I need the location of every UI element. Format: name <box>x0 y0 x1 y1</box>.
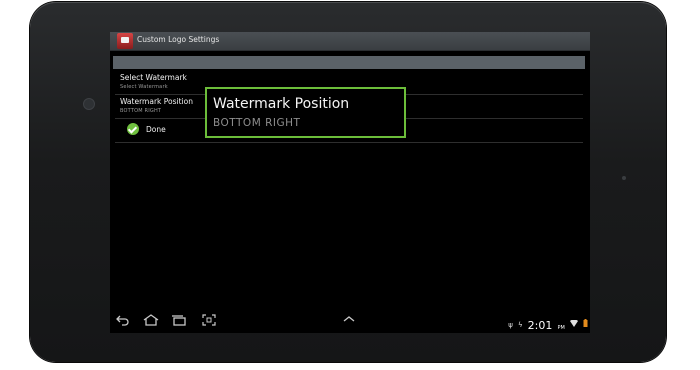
clock-ampm: PM <box>557 325 565 331</box>
checkmark-icon <box>127 123 139 135</box>
setting-subtitle: BOTTOM RIGHT <box>120 108 162 114</box>
done-label: Done <box>146 125 166 134</box>
status-area: ψ ϟ 2:01 PM <box>508 314 588 332</box>
window-title: Custom Logo Settings <box>137 35 220 44</box>
callout-value: BOTTOM RIGHT <box>213 117 301 129</box>
highlight-callout: Watermark Position BOTTOM RIGHT <box>205 87 406 138</box>
navigation-bar: ψ ϟ 2:01 PM <box>110 311 590 333</box>
callout-title: Watermark Position <box>213 96 350 112</box>
home-icon[interactable] <box>143 314 159 328</box>
wifi-icon <box>569 319 578 329</box>
device-screen: Custom Logo Settings Select Watermark Se… <box>110 32 590 333</box>
screenshot-icon[interactable] <box>201 314 217 328</box>
recent-apps-icon[interactable] <box>171 314 187 328</box>
usb-icon: ψ <box>508 321 513 329</box>
back-icon[interactable] <box>115 314 131 328</box>
setting-subtitle: Select Watermark <box>120 84 168 90</box>
setting-title: Select Watermark <box>120 73 187 82</box>
setting-title: Watermark Position <box>120 97 193 106</box>
sync-icon: ϟ <box>517 321 523 329</box>
clock: 2:01 <box>527 319 553 332</box>
front-camera <box>83 98 95 110</box>
section-header-bar <box>113 56 585 69</box>
proximity-sensor <box>622 176 626 180</box>
app-icon <box>117 33 133 49</box>
battery-icon <box>583 319 588 329</box>
chevron-up-icon[interactable] <box>341 314 357 328</box>
title-bar: Custom Logo Settings <box>110 32 590 51</box>
